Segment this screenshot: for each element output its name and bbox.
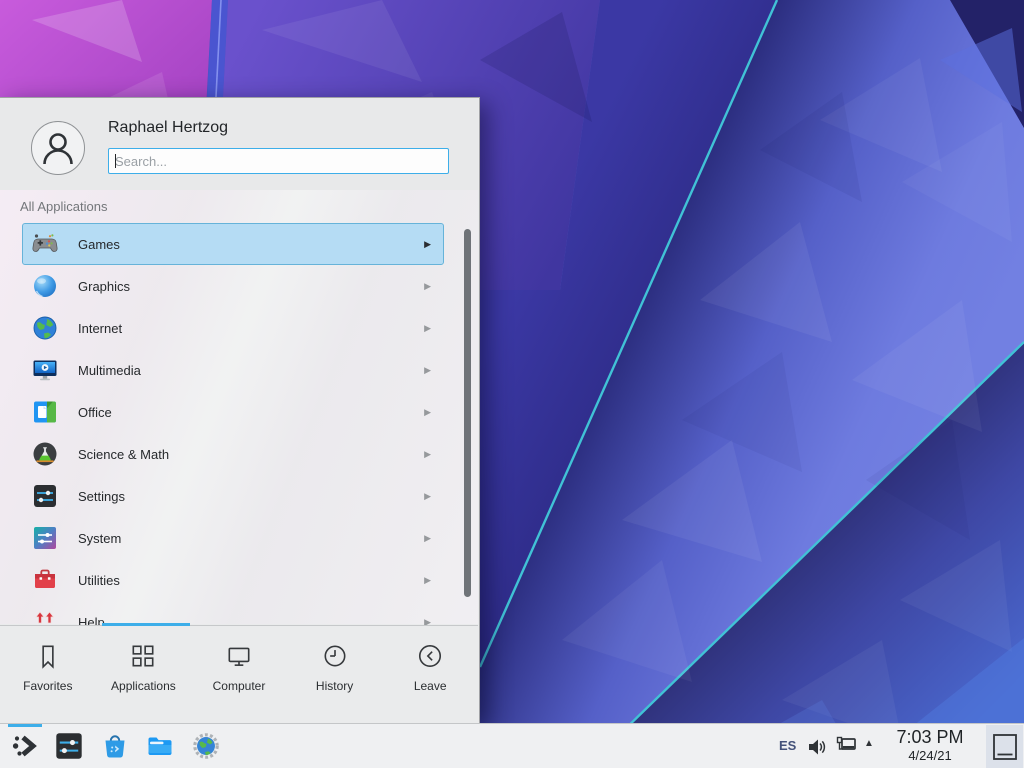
- launcher-active-indicator: [8, 724, 42, 727]
- taskbar-panel: ES ▲ 7:03 PM 4/24/21: [0, 723, 1024, 768]
- app-category-settings[interactable]: Settings ▶: [22, 475, 444, 517]
- submenu-arrow-icon: ▶: [424, 617, 431, 626]
- app-category-help[interactable]: Help ▶: [22, 601, 444, 625]
- launcher-konqueror[interactable]: [192, 732, 222, 762]
- leave-icon: [416, 642, 444, 670]
- app-category-games[interactable]: Games ▶: [22, 223, 444, 265]
- kickoff-tabbar: Favorites Applications C: [0, 629, 478, 723]
- app-category-office[interactable]: Office ▶: [22, 391, 444, 433]
- tab-computer[interactable]: Computer: [191, 629, 287, 723]
- launcher-kickoff[interactable]: [10, 731, 40, 761]
- submenu-arrow-icon: ▶: [424, 365, 431, 376]
- desktop: Raphael Hertzog All Applications: [0, 0, 1024, 768]
- globe-icon: [32, 315, 58, 341]
- documents-icon: [32, 399, 58, 425]
- system-sliders-icon: [32, 525, 58, 551]
- submenu-arrow-icon: ▶: [424, 407, 431, 418]
- clock-date: 4/24/21: [882, 748, 978, 763]
- kickoff-icon: [10, 731, 40, 761]
- tabbar-separator: [0, 625, 478, 626]
- tab-history[interactable]: History: [287, 629, 383, 723]
- user-name: Raphael Hertzog: [108, 119, 228, 137]
- tab-applications[interactable]: Applications: [96, 629, 192, 723]
- app-category-utilities[interactable]: Utilities ▶: [22, 559, 444, 601]
- launcher-system-settings[interactable]: [54, 731, 84, 761]
- person-icon: [32, 122, 84, 174]
- app-category-system[interactable]: System ▶: [22, 517, 444, 559]
- tab-leave[interactable]: Leave: [382, 629, 478, 723]
- grid-icon: [129, 642, 157, 670]
- show-desktop-widget[interactable]: [986, 725, 1023, 768]
- show-desktop-icon: [991, 732, 1019, 762]
- search-input[interactable]: [109, 149, 448, 173]
- user-avatar[interactable]: [31, 121, 85, 175]
- launcher-dolphin[interactable]: [145, 731, 175, 761]
- search-box: [108, 148, 449, 174]
- flask-icon: [32, 441, 58, 467]
- submenu-arrow-icon: ▶: [424, 491, 431, 502]
- sphere-icon: [32, 273, 58, 299]
- app-category-science-math[interactable]: Science & Math ▶: [22, 433, 444, 475]
- help-arrows-icon: [32, 609, 58, 625]
- bookmark-icon: [34, 642, 62, 670]
- volume-icon[interactable]: [806, 736, 828, 763]
- discover-icon: [100, 731, 130, 761]
- gamepad-icon: [32, 231, 58, 257]
- app-category-internet[interactable]: Internet ▶: [22, 307, 444, 349]
- sliders-icon: [32, 483, 58, 509]
- active-tab-indicator: [102, 623, 190, 626]
- section-label: All Applications: [20, 199, 107, 214]
- monitor-icon: [225, 642, 253, 670]
- app-category-multimedia[interactable]: Multimedia ▶: [22, 349, 444, 391]
- clock-icon: [321, 642, 349, 670]
- submenu-arrow-icon: ▶: [424, 281, 431, 292]
- network-icon[interactable]: [835, 734, 859, 763]
- clock-time: 7:03 PM: [882, 727, 978, 748]
- kickoff-menu: Raphael Hertzog All Applications: [0, 97, 480, 723]
- tab-favorites[interactable]: Favorites: [0, 629, 96, 723]
- tray-expand-icon[interactable]: ▲: [864, 738, 874, 749]
- folder-icon: [145, 731, 175, 761]
- toolbox-icon: [32, 567, 58, 593]
- digital-clock[interactable]: 7:03 PM 4/24/21: [882, 727, 978, 763]
- system-settings-icon: [54, 731, 84, 761]
- app-category-graphics[interactable]: Graphics ▶: [22, 265, 444, 307]
- media-monitor-icon: [32, 357, 58, 383]
- submenu-arrow-icon: ▶: [424, 533, 431, 544]
- keyboard-layout-indicator[interactable]: ES: [779, 738, 796, 753]
- text-cursor: [115, 154, 116, 168]
- submenu-arrow-icon: ▶: [424, 323, 431, 334]
- submenu-arrow-icon: ▶: [424, 239, 431, 250]
- list-scrollbar[interactable]: [464, 229, 471, 597]
- application-category-list: Games ▶ Graphics ▶: [0, 223, 458, 625]
- launcher-discover[interactable]: [100, 731, 130, 761]
- submenu-arrow-icon: ▶: [424, 575, 431, 586]
- submenu-arrow-icon: ▶: [424, 449, 431, 460]
- globe-gear-icon: [192, 732, 220, 760]
